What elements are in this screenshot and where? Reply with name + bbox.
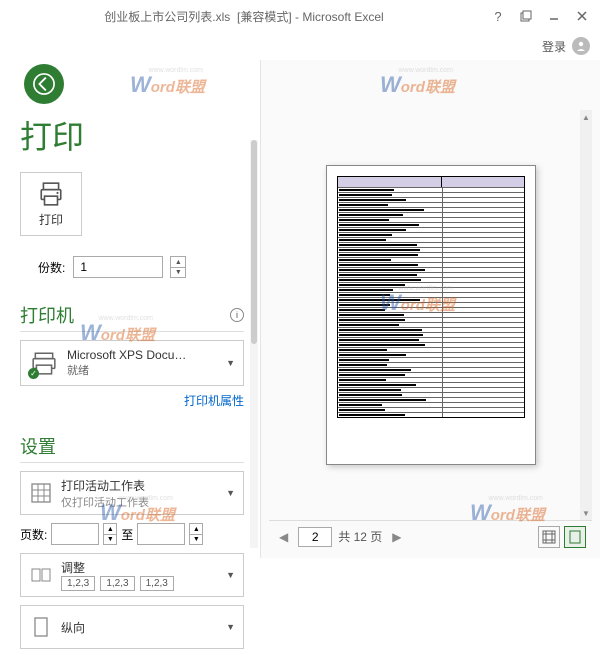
minimize-button[interactable]	[540, 5, 568, 27]
page-to-spinner[interactable]: ▲▼	[189, 523, 203, 545]
copies-field: 份数: ▲▼	[38, 256, 186, 278]
page-range: 页数: ▲▼ 至 ▲▼	[20, 523, 244, 545]
preview-panel: // rows generated below after binding ▲▼…	[260, 60, 600, 558]
printer-select[interactable]: ✓ Microsoft XPS Docu… 就绪 ▼	[20, 340, 244, 386]
page-preview: // rows generated below after binding	[326, 165, 536, 465]
margins-icon	[542, 530, 556, 544]
info-icon[interactable]: i	[230, 308, 244, 322]
print-settings-panel: 打印 打印 份数: ▲▼ 打印机 i ✓ Microsoft XPS Docu…	[0, 60, 260, 558]
print-button[interactable]: 打印	[20, 172, 82, 236]
collate-title: 调整	[61, 559, 218, 576]
collate-tags: 1,2,3 1,2,3 1,2,3	[61, 576, 218, 591]
scroll-thumb[interactable]	[251, 140, 257, 344]
window-title: 创业板上市公司列表.xls [兼容模式] - Microsoft Excel	[4, 8, 484, 25]
page-from-input[interactable]	[51, 523, 99, 545]
pager: ◀ 共 12 页 ▶	[269, 520, 592, 552]
chevron-down-icon: ▼	[226, 488, 235, 498]
printer-icon	[38, 181, 64, 207]
printer-name: Microsoft XPS Docu…	[67, 348, 218, 362]
prev-page-button[interactable]: ◀	[275, 530, 292, 544]
sheet-icon	[29, 481, 53, 505]
printer-status: 就绪	[67, 362, 218, 378]
setting-sub: 仅打印活动工作表	[61, 494, 218, 510]
orientation-select[interactable]: 纵向 ▼	[20, 605, 244, 649]
setting-title: 打印活动工作表	[61, 477, 218, 494]
portrait-icon	[29, 615, 53, 639]
to-label: 至	[121, 526, 133, 543]
pages-label: 页数:	[20, 526, 47, 543]
preview-scrollbar[interactable]: ▲▼	[580, 110, 592, 520]
signin-link[interactable]: 登录	[542, 38, 566, 55]
settings-scrollbar[interactable]	[250, 140, 258, 548]
next-page-button[interactable]: ▶	[388, 530, 405, 544]
copies-spinner[interactable]: ▲▼	[170, 256, 186, 278]
printer-section-title: 打印机 i	[20, 302, 244, 332]
copies-input[interactable]	[73, 256, 163, 278]
chevron-down-icon: ▼	[226, 358, 235, 368]
chevron-down-icon: ▼	[226, 570, 235, 580]
settings-section-title: 设置	[20, 433, 244, 463]
chevron-down-icon: ▼	[226, 622, 235, 632]
close-icon	[576, 10, 588, 22]
collate-select[interactable]: 调整 1,2,3 1,2,3 1,2,3 ▼	[20, 553, 244, 597]
back-arrow-icon	[33, 73, 55, 95]
close-button[interactable]	[568, 5, 596, 27]
titlebar: 创业板上市公司列表.xls [兼容模式] - Microsoft Excel ?	[0, 0, 600, 32]
print-scope-select[interactable]: 打印活动工作表 仅打印活动工作表 ▼	[20, 471, 244, 515]
restore-button[interactable]	[512, 5, 540, 27]
printer-properties-link[interactable]: 打印机属性	[184, 394, 244, 408]
page-title: 打印	[20, 112, 244, 158]
compat-mode: [兼容模式]	[237, 10, 292, 24]
minimize-icon	[548, 10, 560, 22]
copies-label: 份数:	[38, 259, 65, 276]
check-icon: ✓	[28, 368, 39, 379]
zoom-page-icon	[568, 530, 582, 544]
help-button[interactable]: ?	[484, 5, 512, 27]
printer-device-icon: ✓	[29, 348, 59, 378]
file-name: 创业板上市公司列表.xls	[104, 10, 230, 24]
current-page-input[interactable]	[298, 527, 332, 547]
page-total: 共 12 页	[338, 528, 382, 545]
zoom-to-page-button[interactable]	[564, 526, 586, 548]
avatar-icon[interactable]	[572, 37, 590, 55]
print-button-label: 打印	[39, 211, 63, 228]
page-from-spinner[interactable]: ▲▼	[103, 523, 117, 545]
back-button[interactable]	[24, 64, 64, 104]
signin-area: 登录	[0, 32, 600, 60]
preview-table: // rows generated below after binding	[337, 176, 525, 418]
app-name: Microsoft Excel	[302, 10, 383, 24]
page-to-input[interactable]	[137, 523, 185, 545]
restore-icon	[520, 10, 532, 22]
show-margins-button[interactable]	[538, 526, 560, 548]
orientation-title: 纵向	[61, 619, 218, 636]
preview-area: // rows generated below after binding ▲▼	[269, 110, 592, 520]
collate-icon	[29, 563, 53, 587]
